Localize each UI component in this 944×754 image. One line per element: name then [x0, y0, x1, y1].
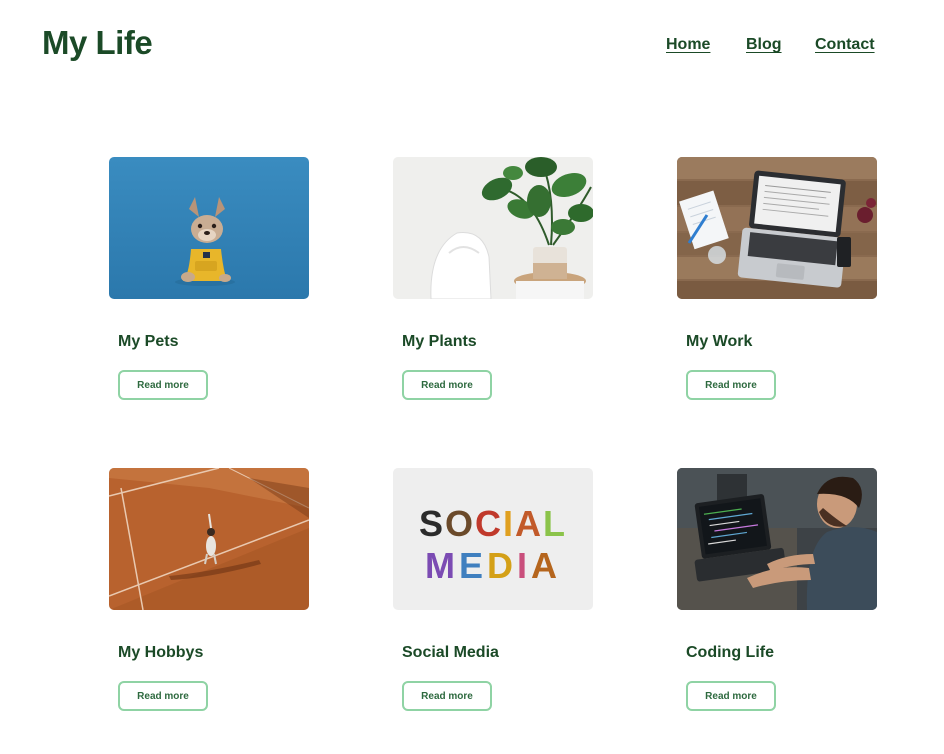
card-my-work: My Work Read more: [677, 157, 877, 400]
nav-blog-link[interactable]: Blog: [746, 36, 782, 54]
card-my-plants: My Plants Read more: [393, 157, 593, 400]
social-media-image: SOCIAL MEDIA: [393, 468, 593, 610]
read-more-button[interactable]: Read more: [686, 370, 776, 400]
card-title: Coding Life: [686, 644, 774, 661]
card-title: My Pets: [118, 333, 179, 350]
plants-image: [393, 157, 593, 299]
work-image: [677, 157, 877, 299]
social-line1-text: SOCIAL: [419, 503, 567, 544]
read-more-button[interactable]: Read more: [118, 370, 208, 400]
card-title: My Plants: [402, 333, 477, 350]
card-coding-life: Coding Life Read more: [677, 468, 877, 711]
social-line2-text: MEDIA: [425, 545, 561, 586]
read-more-button[interactable]: Read more: [118, 681, 208, 711]
nav-home-link[interactable]: Home: [666, 36, 710, 54]
hobbys-image: [109, 468, 309, 610]
nav-contact-link[interactable]: Contact: [815, 36, 875, 54]
coding-life-image: [677, 468, 877, 610]
main-nav: Home Blog Contact: [0, 36, 944, 58]
card-my-pets: My Pets Read more: [109, 157, 309, 400]
read-more-button[interactable]: Read more: [402, 681, 492, 711]
card-my-hobbys: My Hobbys Read more: [109, 468, 309, 711]
card-title: Social Media: [402, 644, 499, 661]
card-title: My Work: [686, 333, 753, 350]
read-more-button[interactable]: Read more: [402, 370, 492, 400]
card-social-media: SOCIAL MEDIA Social Media Read more: [393, 468, 593, 711]
pets-image: [109, 157, 309, 299]
read-more-button[interactable]: Read more: [686, 681, 776, 711]
card-title: My Hobbys: [118, 644, 204, 661]
